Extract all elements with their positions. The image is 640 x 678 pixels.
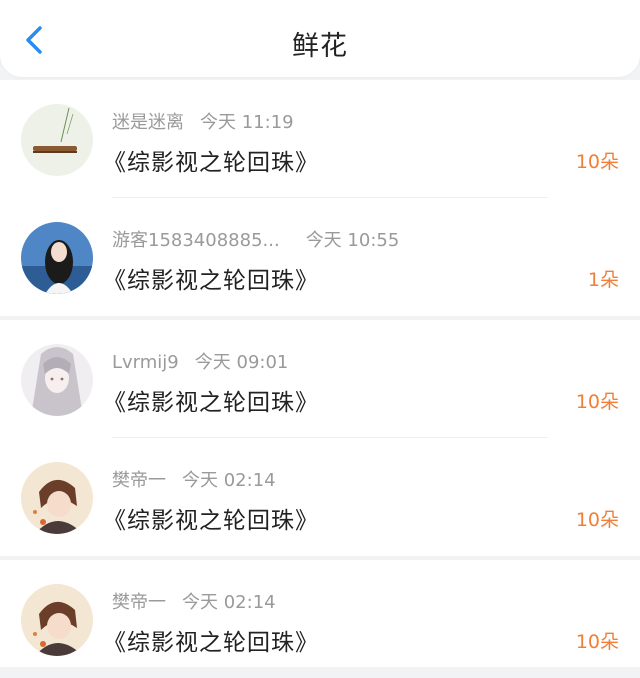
item-meta: Lvrmij9 今天 09:01 <box>112 348 288 374</box>
avatar <box>21 104 93 176</box>
item-meta: 迷是迷离 今天 11:19 <box>112 108 294 134</box>
user-name: 迷是迷离 <box>112 112 184 133</box>
page-title: 鲜花 <box>292 31 348 62</box>
flower-count: 10朵 <box>575 151 619 173</box>
item-meta: 樊帝一 今天 02:14 <box>112 466 276 492</box>
flower-list: 迷是迷离 今天 11:19 《综影视之轮回珠》 10朵 游客1583408885.… <box>0 80 640 667</box>
user-name: 游客1583408885... <box>112 230 280 251</box>
avatar <box>21 344 93 416</box>
user-name: 樊帝一 <box>112 470 166 491</box>
timestamp: 今天 10:55 <box>305 230 400 251</box>
timestamp: 今天 11:19 <box>200 112 294 133</box>
flower-count: 10朵 <box>575 391 619 413</box>
list-item[interactable]: 迷是迷离 今天 11:19 《综影视之轮回珠》 10朵 <box>0 80 640 198</box>
timestamp: 今天 09:01 <box>194 352 289 373</box>
book-title: 《综影视之轮回珠》 <box>103 268 319 294</box>
top-bar: 鲜花 <box>0 0 640 77</box>
item-meta: 樊帝一 今天 02:14 <box>112 588 276 614</box>
list-item[interactable]: 樊帝一 今天 02:14 《综影视之轮回珠》 10朵 <box>0 438 640 556</box>
list-item[interactable]: 游客1583408885... 今天 10:55 《综影视之轮回珠》 1朵 <box>0 198 640 316</box>
flower-count: 10朵 <box>575 509 619 531</box>
flower-count: 1朵 <box>587 269 619 291</box>
book-title: 《综影视之轮回珠》 <box>103 630 319 656</box>
timestamp: 今天 02:14 <box>182 592 276 613</box>
book-title: 《综影视之轮回珠》 <box>103 508 319 534</box>
avatar <box>21 462 93 534</box>
flower-count: 10朵 <box>575 631 619 653</box>
book-title: 《综影视之轮回珠》 <box>103 150 319 176</box>
list-item[interactable]: 樊帝一 今天 02:14 《综影视之轮回珠》 10朵 <box>0 560 640 678</box>
avatar <box>21 584 93 656</box>
item-meta: 游客1583408885... 今天 10:55 <box>112 226 399 252</box>
timestamp: 今天 02:14 <box>182 470 276 491</box>
user-name: 樊帝一 <box>112 592 166 613</box>
user-name: Lvrmij9 <box>112 352 179 373</box>
list-item[interactable]: Lvrmij9 今天 09:01 《综影视之轮回珠》 10朵 <box>0 320 640 438</box>
book-title: 《综影视之轮回珠》 <box>103 390 319 416</box>
avatar <box>21 222 93 294</box>
